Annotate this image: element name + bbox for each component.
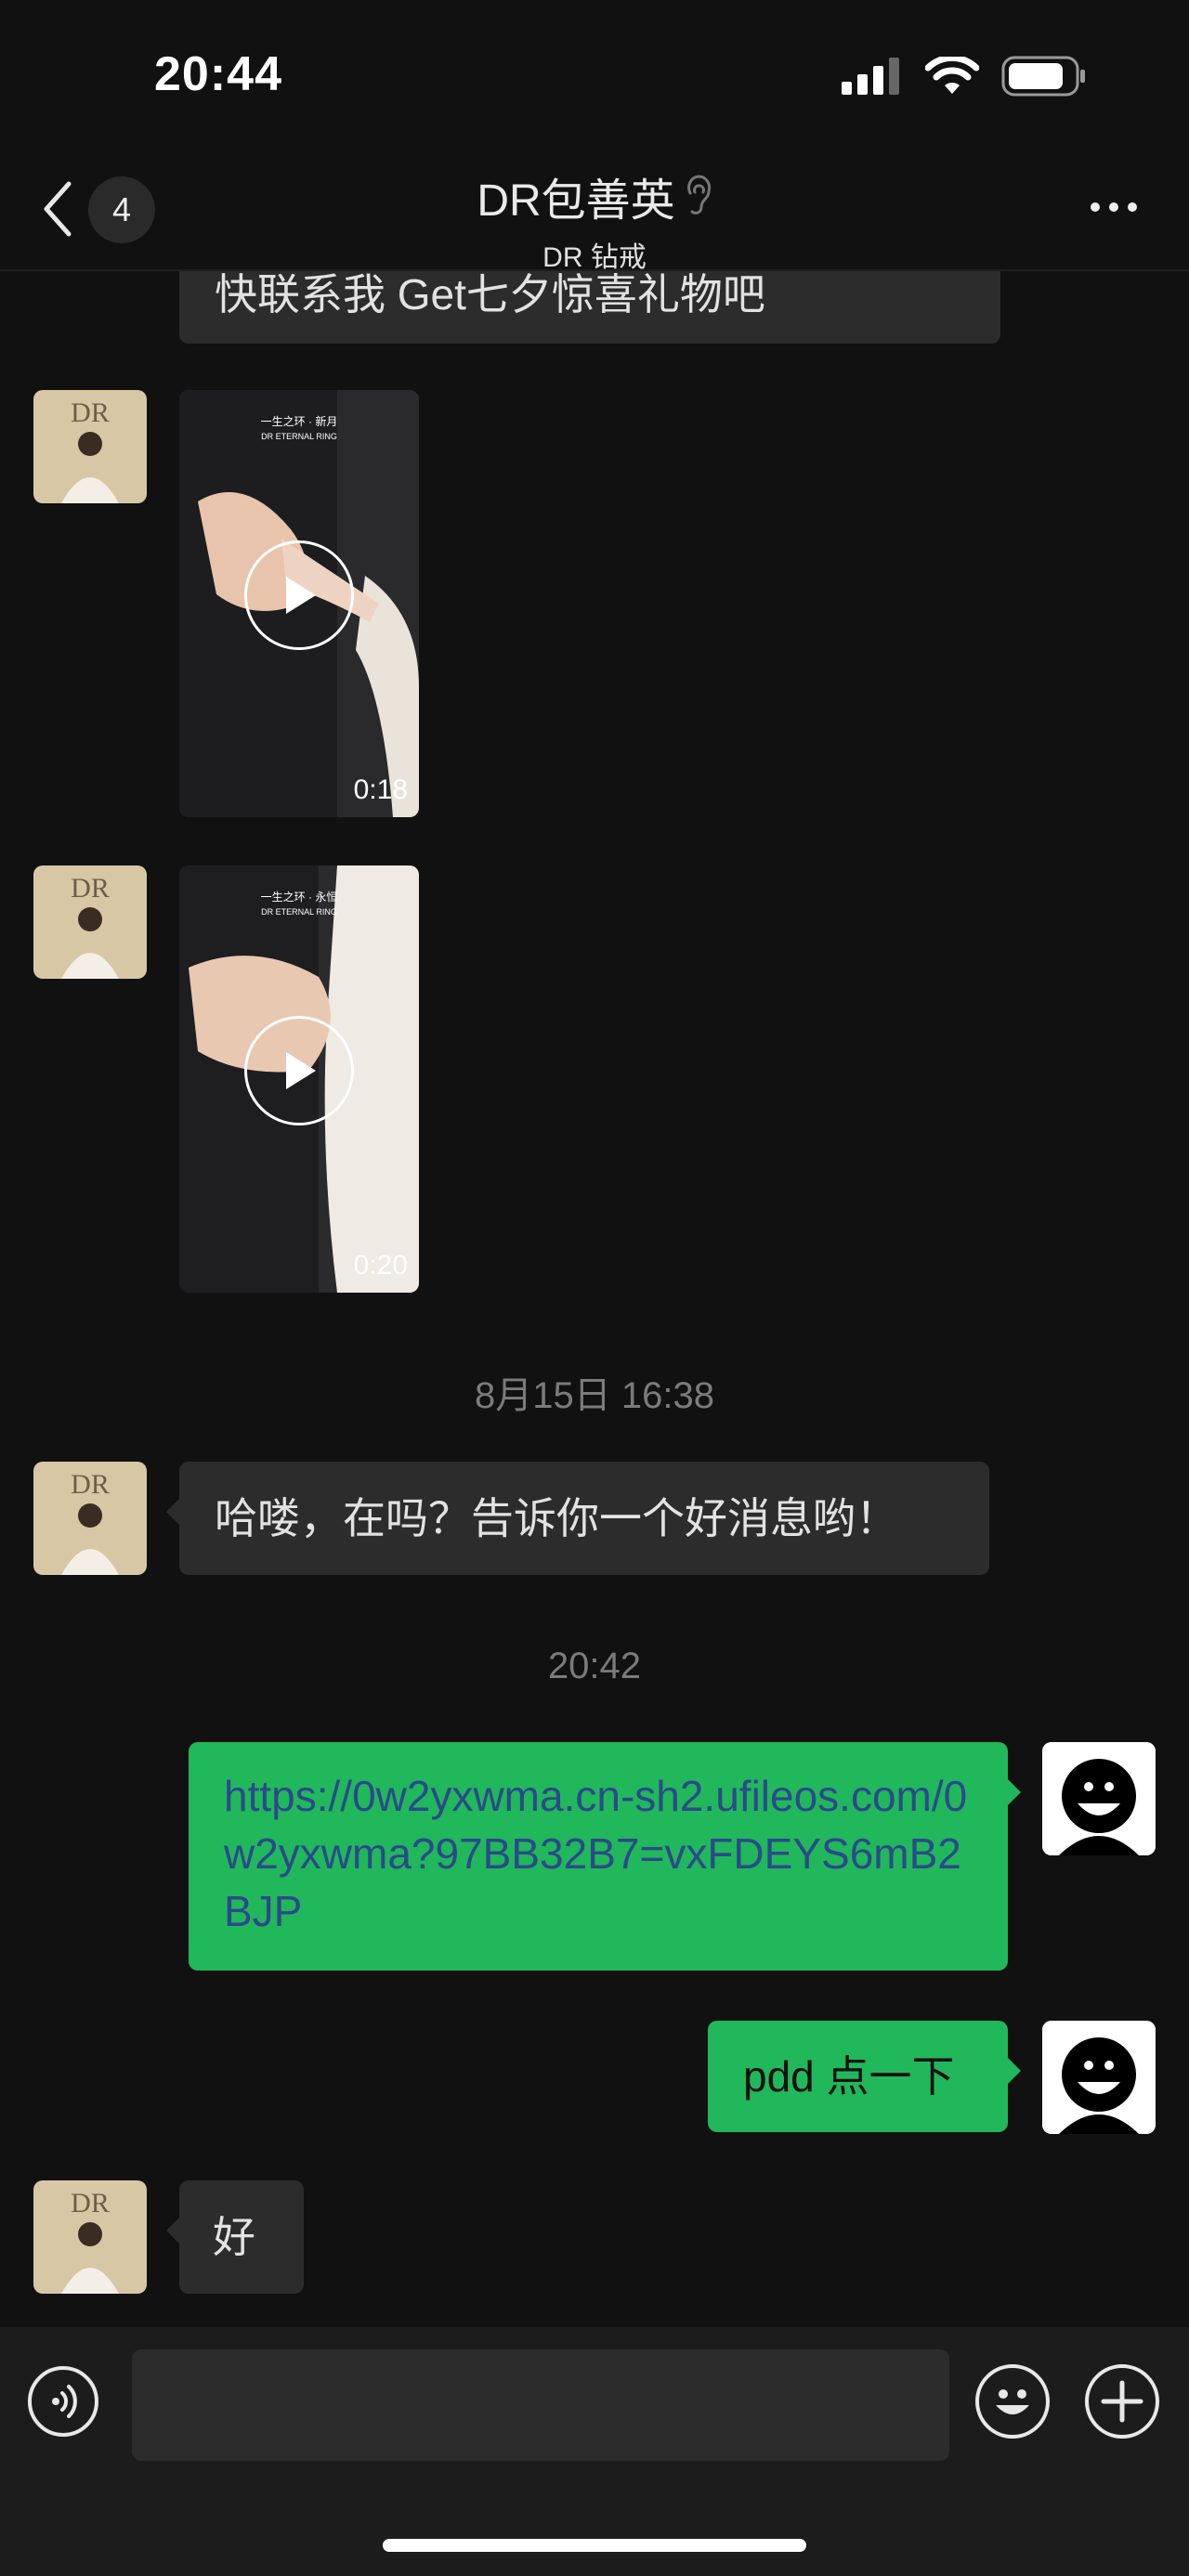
video-caption-line1: 一生之环 · 永恒 (260, 891, 338, 904)
ear-icon (686, 175, 711, 215)
more-dot (1109, 202, 1118, 212)
battery-icon (1001, 56, 1085, 97)
play-button[interactable] (244, 1016, 354, 1125)
message-input[interactable] (132, 2349, 949, 2461)
avatar-image: DR (33, 2180, 147, 2294)
more-button[interactable] (1091, 202, 1137, 212)
avatar-dr[interactable]: DR (33, 390, 147, 503)
avatar-image (1042, 2021, 1156, 2134)
avatar-image (1042, 1742, 1156, 1855)
plus-button[interactable] (1085, 2364, 1159, 2439)
video-message-2[interactable]: 一生之环 · 永恒 DR ETERNAL RING 0:20 (179, 865, 419, 1293)
video-caption: 一生之环 · 新月 DR ETERNAL RING (179, 414, 419, 444)
message-text: 快联系我 Get七夕惊喜礼物吧 (215, 271, 765, 319)
avatar-dr[interactable]: DR (33, 865, 147, 979)
svg-text:DR: DR (71, 1469, 110, 1500)
video-caption-line2: DR ETERNAL RING (261, 432, 337, 441)
video-duration: 0:18 (353, 774, 408, 805)
plus-icon (1101, 2380, 1143, 2423)
avatar-image: DR (33, 865, 147, 979)
status-icons (842, 56, 1087, 97)
avatar-dr[interactable]: DR (33, 1462, 147, 1575)
play-button[interactable] (244, 540, 354, 650)
wifi-icon (925, 57, 979, 94)
avatar-self[interactable] (1042, 1742, 1156, 1855)
avatar-dr[interactable]: DR (33, 2180, 147, 2294)
video-caption-line2: DR ETERNAL RING (261, 907, 337, 917)
signal-icon (842, 58, 899, 95)
voice-icon (52, 2385, 77, 2418)
svg-text:DR: DR (71, 873, 110, 904)
bubble-tail (166, 1499, 179, 1525)
avatar-image: DR (33, 1462, 147, 1575)
status-time: 20:44 (154, 47, 282, 101)
bubble-tail (1008, 1779, 1021, 1805)
message-bubble-partial[interactable]: 快联系我 Get七夕惊喜礼物吧 (179, 271, 1000, 344)
svg-text:DR: DR (71, 2188, 110, 2218)
more-dots-icon (1091, 202, 1100, 212)
message-bubble-ok[interactable]: 好 (166, 2180, 304, 2294)
message-bubble-greeting[interactable]: 哈喽，在吗？告诉你一个好消息哟！ (166, 1462, 989, 1575)
bubble-tail (1008, 2058, 1021, 2084)
video-caption-line1: 一生之环 · 新月 (260, 415, 338, 428)
emoji-button[interactable] (975, 2364, 1050, 2439)
message-text: 哈喽，在吗？告诉你一个好消息哟！ (215, 1494, 898, 1542)
message-partial-clip: 快联系我 Get七夕惊喜礼物吧 (179, 271, 1000, 344)
svg-text:DR: DR (71, 397, 110, 428)
message-bubble-link[interactable]: https://0w2yxwma.cn-sh2.ufileos.com/0w2y… (189, 1742, 1021, 1971)
message-text: 好 (213, 2213, 255, 2261)
video-duration: 0:20 (353, 1250, 408, 1281)
timestamp: 8月15日 16:38 (475, 1375, 714, 1416)
avatar-self[interactable] (1042, 2021, 1156, 2134)
home-indicator (383, 2539, 806, 2552)
avatar-image: DR (33, 390, 147, 503)
message-text: pdd 点一下 (743, 2052, 955, 2101)
voice-button[interactable] (28, 2366, 98, 2437)
more-dot (1128, 202, 1137, 212)
play-icon (286, 577, 316, 614)
chat-subtitle: DR 钻戒 (542, 242, 647, 273)
link-text[interactable]: https://0w2yxwma.cn-sh2.ufileos.com/0w2y… (224, 1772, 967, 1935)
bubble-tail (166, 2218, 179, 2244)
play-icon (286, 1052, 316, 1089)
chat-title-area[interactable]: DR包善英 DR 钻戒 (0, 163, 1189, 275)
message-bubble-reply[interactable]: pdd 点一下 (708, 2021, 1021, 2132)
video-caption: 一生之环 · 永恒 DR ETERNAL RING (179, 890, 419, 919)
emoji-icon (996, 2389, 1029, 2414)
timestamp: 20:42 (547, 1646, 642, 1686)
video-message-1[interactable]: 一生之环 · 新月 DR ETERNAL RING 0:18 (179, 390, 419, 817)
chat-title: DR包善英 (477, 176, 675, 226)
